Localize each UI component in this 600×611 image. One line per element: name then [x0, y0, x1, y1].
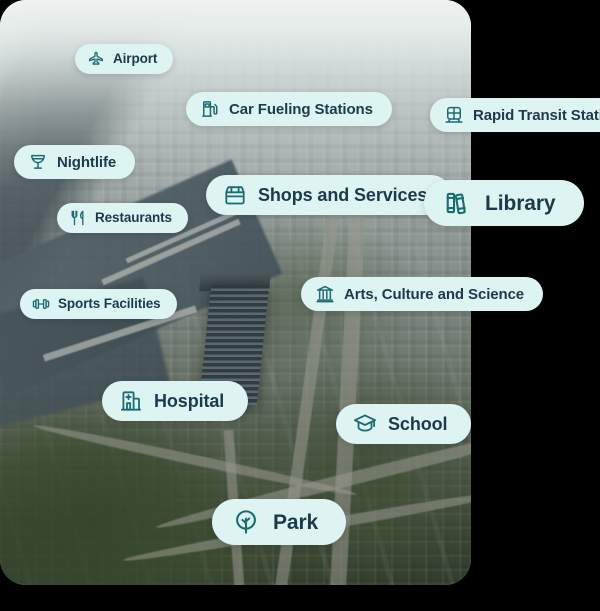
storefront-icon: [223, 183, 247, 207]
category-pill-label: Hospital: [154, 391, 225, 411]
category-pill-label: Car Fueling Stations: [229, 100, 373, 118]
category-pill-label: Airport: [113, 51, 158, 67]
hospital-building-icon: [119, 389, 143, 413]
category-pill-shops-and-services[interactable]: Shops and Services: [206, 175, 452, 215]
graduation-cap-icon: [353, 412, 377, 436]
category-pill-restaurants[interactable]: Restaurants: [57, 203, 188, 233]
category-pill-label: Arts, Culture and Science: [344, 285, 525, 303]
books-icon: [444, 189, 472, 217]
category-pill-label: Shops and Services: [258, 185, 428, 205]
airplane-icon: [87, 50, 105, 68]
fork-knife-icon: [69, 209, 87, 227]
category-pill-label: Library: [485, 191, 556, 215]
category-pill-rapid-transit-station[interactable]: Rapid Transit Station: [430, 98, 600, 132]
screen: Airport Car Fueling Stations Rapid Transit…: [0, 0, 600, 611]
category-pill-label: Nightlife: [57, 153, 117, 171]
category-pill-car-fueling-stations[interactable]: Car Fueling Stations: [186, 92, 392, 126]
category-pill-label: Sports Facilities: [58, 296, 161, 312]
category-pill-hospital[interactable]: Hospital: [102, 381, 249, 421]
museum-icon: [315, 284, 335, 304]
category-pill-nightlife[interactable]: Nightlife: [14, 145, 136, 179]
category-pill-label: Park: [273, 510, 319, 534]
cocktail-glass-icon: [28, 152, 48, 172]
category-pill-school[interactable]: School: [336, 404, 472, 444]
category-pill-label: Rapid Transit Station: [473, 106, 600, 124]
category-pill-airport[interactable]: Airport: [75, 44, 174, 74]
tree-icon: [232, 508, 260, 536]
fuel-pump-icon: [200, 99, 220, 119]
category-pill-sports-facilities[interactable]: Sports Facilities: [20, 289, 177, 319]
category-pill-arts-culture-and-science[interactable]: Arts, Culture and Science: [301, 277, 544, 311]
category-pill-label: School: [388, 414, 448, 434]
category-pill-park[interactable]: Park: [212, 499, 347, 545]
train-icon: [444, 105, 464, 125]
dumbbell-icon: [32, 295, 50, 313]
category-pill-library[interactable]: Library: [424, 180, 584, 226]
category-pill-label: Restaurants: [95, 210, 172, 226]
